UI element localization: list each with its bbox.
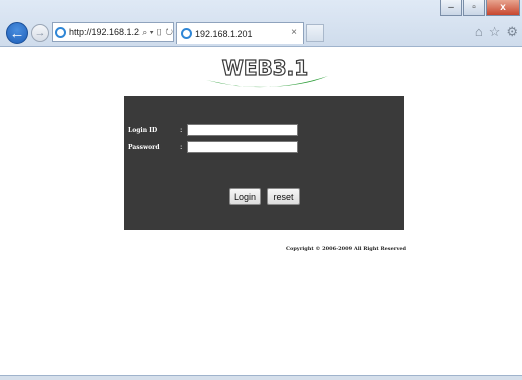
password-label: Password <box>128 144 160 151</box>
login-button[interactable]: Login <box>229 188 261 205</box>
close-button[interactable]: x <box>486 0 520 16</box>
password-colon: : <box>180 143 183 151</box>
forward-arrow-icon: → <box>34 27 46 39</box>
minimize-button[interactable]: – <box>440 0 462 16</box>
favorites-star-icon[interactable]: ☆ <box>489 24 501 40</box>
home-icon[interactable]: ⌂ <box>475 24 483 40</box>
logo-graphic: WEB3.1 <box>206 55 328 88</box>
back-button[interactable]: ← <box>6 22 28 44</box>
window-controls: – ▫ x <box>440 0 520 18</box>
address-bar[interactable]: http://192.168.1.2... ⌕ ▾ ▯ ↻ <box>52 22 174 42</box>
tab-ie-icon <box>181 28 192 39</box>
tab-close-icon[interactable]: × <box>291 27 297 38</box>
address-text[interactable]: http://192.168.1.2... <box>69 27 140 37</box>
toolbar-icons: ⌂ ☆ ⚙ <box>475 24 518 40</box>
login-id-colon: : <box>180 126 183 134</box>
back-arrow-icon: ← <box>9 24 25 42</box>
ie-icon <box>55 26 66 38</box>
login-panel: Login ID : Password : Login reset <box>124 96 404 230</box>
web-logo: WEB3.1 <box>196 50 334 92</box>
maximize-button[interactable]: ▫ <box>463 0 485 16</box>
logo-text: WEB3.1 <box>222 56 308 80</box>
reset-button[interactable]: reset <box>267 188 300 205</box>
browser-tab[interactable]: 192.168.1.201 × <box>176 22 304 44</box>
password-input[interactable] <box>187 141 298 153</box>
address-tools-icons[interactable]: ⌕ ▾ ▯ ↻ <box>142 27 173 38</box>
login-id-input[interactable] <box>187 124 298 136</box>
new-tab-button[interactable] <box>306 24 324 42</box>
tab-title: 192.168.1.201 <box>195 28 253 39</box>
copyright-text: Copyright © 2006-2009 All Right Reserved <box>286 246 407 252</box>
login-id-label: Login ID <box>128 127 158 134</box>
settings-gear-icon[interactable]: ⚙ <box>506 24 518 40</box>
forward-button[interactable]: → <box>31 24 49 42</box>
browser-chrome: – ▫ x ← → http://192.168.1.2... ⌕ ▾ ▯ ↻ … <box>0 0 522 47</box>
window-bottom-edge <box>0 375 522 380</box>
